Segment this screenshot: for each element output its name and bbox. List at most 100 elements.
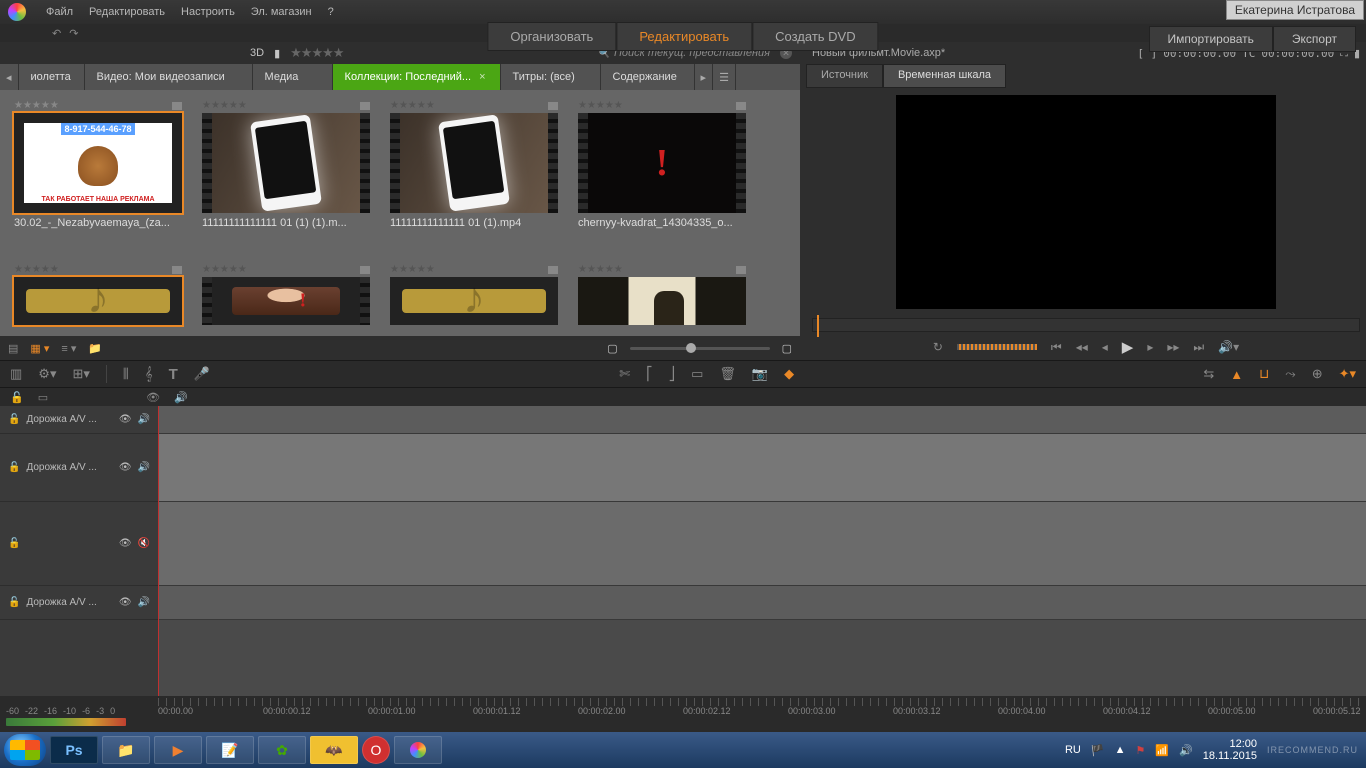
- item-thumbnail[interactable]: [202, 113, 370, 213]
- zoom-in-icon[interactable]: ▢: [782, 342, 792, 355]
- library-item[interactable]: ★★★★★: [578, 264, 746, 326]
- tl-trim-icon[interactable]: ⤳: [1285, 366, 1295, 382]
- storyboard-icon[interactable]: ▭: [38, 391, 48, 404]
- frame-back-icon[interactable]: ◂: [1102, 340, 1108, 354]
- taskbar-pinnacle-icon[interactable]: [394, 736, 442, 764]
- library-item[interactable]: ★★★★★ ! chernyy-kvadrat_14304335_o...: [578, 100, 746, 230]
- lock-icon[interactable]: 🔓: [8, 414, 20, 425]
- speaker-all-icon[interactable]: 🔊: [174, 391, 188, 404]
- speaker-icon[interactable]: 🔊: [138, 414, 150, 425]
- tl-marker-out-icon[interactable]: ⎦: [669, 366, 676, 382]
- taskbar-icq-icon[interactable]: ✿: [258, 736, 306, 764]
- step-back-icon[interactable]: ◂◂: [1076, 340, 1088, 354]
- mode-organize[interactable]: Организовать: [487, 22, 616, 51]
- camera-icon[interactable]: ▮: [274, 47, 280, 60]
- time-ruler[interactable]: 00:00.00 00:00:00.12 00:00:01.00 00:00:0…: [158, 696, 1366, 726]
- preview-tab-source[interactable]: Источник: [806, 64, 883, 88]
- tl-razor-icon[interactable]: ✄: [619, 366, 630, 382]
- eye-icon[interactable]: 👁: [119, 414, 132, 425]
- export-button[interactable]: Экспорт: [1273, 26, 1356, 52]
- lib-tab-content[interactable]: Содержание: [601, 64, 695, 90]
- list-view-icon[interactable]: ≡ ▾: [61, 342, 76, 355]
- eye-icon[interactable]: 👁: [119, 538, 132, 549]
- menu-edit[interactable]: Редактировать: [81, 6, 173, 18]
- redo-icon[interactable]: ↷: [69, 27, 78, 40]
- lib-tab-violetta[interactable]: иолетта: [19, 64, 85, 90]
- track-area[interactable]: [158, 406, 1366, 696]
- preview-screen[interactable]: [896, 95, 1276, 309]
- item-thumbnail[interactable]: 8-917-544-46-78 ТАК РАБОТАЕТ НАША РЕКЛАМ…: [14, 113, 182, 213]
- tl-add-track-icon[interactable]: ▲: [1230, 367, 1243, 382]
- library-item[interactable]: ★★★★★ !: [202, 264, 370, 326]
- taskbar-opera-icon[interactable]: O: [362, 736, 390, 764]
- tray-up-icon[interactable]: ▲: [1115, 744, 1126, 756]
- tl-magnet-icon[interactable]: ⊔: [1259, 366, 1269, 382]
- tl-text-icon[interactable]: T: [169, 366, 178, 383]
- menu-setup[interactable]: Настроить: [173, 6, 243, 18]
- lib-tab-collections[interactable]: Коллекции: Последний...×: [333, 64, 501, 90]
- item-thumbnail[interactable]: [390, 113, 558, 213]
- track-lane[interactable]: [158, 406, 1366, 434]
- goto-end-icon[interactable]: ⏭: [1193, 340, 1204, 355]
- lib-tab-media[interactable]: Медиа: [253, 64, 333, 90]
- zoom-slider[interactable]: [630, 347, 770, 350]
- lib-tab-next[interactable]: ▸: [695, 64, 714, 90]
- tray-security-icon[interactable]: ⚑: [1135, 744, 1145, 757]
- play-icon[interactable]: ▶: [1122, 338, 1134, 356]
- view-3d-toggle[interactable]: 3D: [250, 47, 264, 59]
- goto-start-icon[interactable]: ⏮: [1051, 340, 1062, 355]
- track-header-row[interactable]: 🔓 👁 🔇: [0, 502, 158, 586]
- taskbar-photoshop-icon[interactable]: Ps: [50, 736, 98, 764]
- item-thumbnail[interactable]: [14, 277, 182, 325]
- tl-link-icon[interactable]: ⇆: [1203, 366, 1214, 382]
- lib-tab-prev[interactable]: ◂: [0, 64, 19, 90]
- playhead-icon[interactable]: [158, 406, 159, 696]
- taskbar-bat-icon[interactable]: 🦇: [310, 736, 358, 764]
- mode-create-dvd[interactable]: Создать DVD: [752, 22, 878, 51]
- import-button[interactable]: Импортировать: [1149, 26, 1273, 52]
- lock-all-icon[interactable]: 🔓: [10, 391, 24, 404]
- track-lane[interactable]: [158, 586, 1366, 620]
- tray-flag-icon[interactable]: 🏴: [1091, 744, 1105, 757]
- taskbar-notes-icon[interactable]: 📝: [206, 736, 254, 764]
- speaker-muted-icon[interactable]: 🔇: [138, 538, 150, 549]
- tab-close-icon[interactable]: ×: [479, 71, 485, 83]
- frame-fwd-icon[interactable]: ▸: [1147, 340, 1153, 354]
- volume-icon[interactable]: 🔊▾: [1218, 340, 1239, 354]
- menu-file[interactable]: Файл: [38, 6, 81, 18]
- tray-lang[interactable]: RU: [1065, 744, 1081, 756]
- menu-eshop[interactable]: Эл. магазин: [243, 6, 320, 18]
- rating-filter[interactable]: ★★★★★: [290, 45, 343, 61]
- tl-fx-icon[interactable]: ✦▾: [1339, 366, 1356, 382]
- scrub-bar[interactable]: [812, 318, 1360, 332]
- taskbar-explorer-icon[interactable]: 📁: [102, 736, 150, 764]
- lock-icon[interactable]: 🔓: [8, 462, 20, 473]
- tl-treble-icon[interactable]: 𝄞: [145, 366, 153, 382]
- tray-clock[interactable]: 12:00 18.11.2015: [1203, 738, 1257, 762]
- library-item[interactable]: ★★★★★ 8-917-544-46-78 ТАК РАБОТАЕТ НАША …: [14, 100, 182, 230]
- item-thumbnail[interactable]: !: [202, 277, 370, 325]
- folder-icon[interactable]: 📁: [88, 342, 102, 355]
- taskbar-mediaplayer-icon[interactable]: ▶: [154, 736, 202, 764]
- track-lane[interactable]: [158, 434, 1366, 502]
- library-item[interactable]: ★★★★★: [390, 264, 558, 326]
- lock-icon[interactable]: 🔓: [8, 538, 20, 549]
- tl-fit-icon[interactable]: ⊞▾: [72, 366, 89, 382]
- filter-icon[interactable]: ▤: [8, 342, 18, 355]
- step-fwd-icon[interactable]: ▸▸: [1167, 340, 1179, 354]
- eye-all-icon[interactable]: 👁: [146, 391, 160, 404]
- tl-mixer-icon[interactable]: ⫼: [123, 366, 129, 382]
- library-item[interactable]: ★★★★★ 11111111111111 01 (1) (1).m...: [202, 100, 370, 230]
- tl-collapse-icon[interactable]: ▥: [10, 366, 22, 382]
- preview-tab-timeline[interactable]: Временная шкала: [883, 64, 1006, 88]
- undo-icon[interactable]: ↶: [52, 27, 61, 40]
- library-item[interactable]: ★★★★★: [14, 264, 182, 326]
- tl-eye-icon[interactable]: ⊕: [1312, 366, 1323, 382]
- lib-tab-menu-icon[interactable]: ☰: [713, 64, 736, 90]
- item-thumbnail[interactable]: !: [578, 113, 746, 213]
- track-header-row[interactable]: 🔓 Дорожка A/V ... 👁 🔊: [0, 586, 158, 620]
- scrub-marker-icon[interactable]: [817, 315, 819, 337]
- item-thumbnail[interactable]: [390, 277, 558, 325]
- tl-snapshot-icon[interactable]: 📷: [752, 366, 768, 382]
- tray-network-icon[interactable]: 📶: [1155, 744, 1169, 757]
